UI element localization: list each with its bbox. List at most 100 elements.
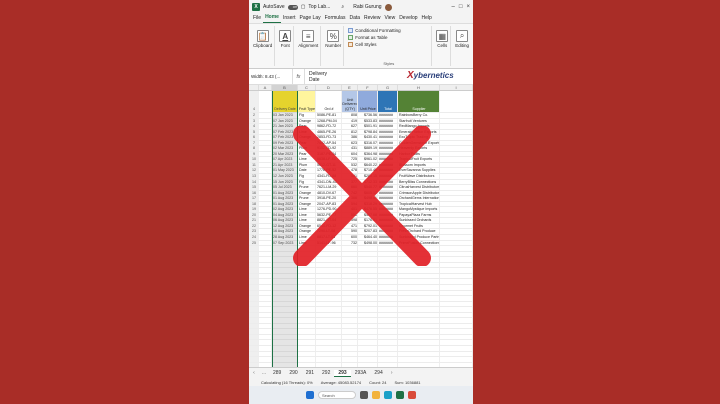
empty-cell[interactable] (398, 279, 440, 284)
empty-cell[interactable] (440, 312, 473, 318)
column-header-a[interactable]: A (259, 85, 272, 90)
empty-cell[interactable] (316, 357, 342, 362)
row-number[interactable] (249, 345, 259, 351)
empty-cell[interactable] (272, 262, 298, 268)
cell-total[interactable]: ####### (378, 151, 398, 157)
cell-total[interactable]: ####### (378, 207, 398, 212)
cell-delivery-date[interactable]: 01 Aug 2023 (272, 201, 298, 207)
cell-qty[interactable]: 808 (342, 113, 358, 118)
empty-cell[interactable] (398, 334, 440, 340)
cell-unit-price[interactable]: $318.29 (358, 201, 378, 207)
row-number[interactable]: 4 (249, 124, 259, 129)
cell-i[interactable] (440, 174, 473, 179)
cell-a[interactable] (259, 235, 272, 240)
cell-qty[interactable]: 386 (342, 135, 358, 140)
empty-cell[interactable] (378, 323, 398, 329)
cell-ord[interactable]: 5012-GT-11 (316, 162, 342, 168)
empty-cell[interactable] (316, 312, 342, 318)
empty-cell[interactable] (398, 357, 440, 362)
empty-cell[interactable] (316, 257, 342, 262)
cell-unit-price[interactable]: $889.19 (358, 146, 378, 151)
cell-delivery-date[interactable]: 07 Feb 2023 (272, 135, 298, 140)
cell-qty[interactable]: 812 (342, 129, 358, 135)
cell-delivery-date[interactable]: 15 Jun 2023 (272, 179, 298, 185)
cell-i-header[interactable] (440, 91, 473, 112)
empty-cell[interactable] (440, 251, 473, 257)
cell-unit-price[interactable]: $288.15 (358, 174, 378, 179)
cell-fruit-type[interactable]: Prune (298, 196, 316, 201)
cell-qty[interactable]: 431 (342, 146, 358, 151)
empty-cell[interactable] (316, 296, 342, 301)
edge-icon[interactable] (384, 391, 392, 399)
cell-ord[interactable]: 4341-FD-88 (316, 174, 342, 179)
empty-cell[interactable] (316, 340, 342, 345)
empty-cell[interactable] (259, 284, 272, 290)
cell-i[interactable] (440, 118, 473, 124)
empty-cell[interactable] (316, 246, 342, 251)
empty-cell[interactable] (298, 334, 316, 340)
cell-fruit-type[interactable]: Orange (298, 135, 316, 140)
empty-cell[interactable] (358, 279, 378, 284)
cell-fruit-type[interactable]: Pear (298, 140, 316, 146)
row-number[interactable]: 6 (249, 135, 259, 140)
cell-unit-price[interactable]: $207.83 (358, 229, 378, 235)
cell-total[interactable]: ####### (378, 235, 398, 240)
empty-cell[interactable] (272, 246, 298, 251)
cell-delivery-date[interactable]: 07 Feb 2023 (272, 129, 298, 135)
empty-cell[interactable] (378, 318, 398, 323)
cell-supplier[interactable]: EmeraldHarbor Exports (398, 129, 440, 135)
fx-icon[interactable]: fx (293, 69, 305, 84)
row-number[interactable] (249, 357, 259, 362)
header-total[interactable]: Total (378, 91, 398, 112)
header-unit-price[interactable]: Unit Price (358, 91, 378, 112)
cell-ord[interactable]: 1778-PE-52 (316, 168, 342, 174)
cell-fruit-type[interactable]: Lime (298, 157, 316, 162)
empty-cell[interactable] (342, 318, 358, 323)
cell-a[interactable] (259, 218, 272, 223)
cell-ord[interactable]: 5632-PE-77 (316, 212, 342, 218)
empty-cell[interactable] (378, 279, 398, 284)
cell-ord[interactable]: 5141-LF-96 (316, 240, 342, 246)
empty-cell[interactable] (358, 246, 378, 251)
empty-cell[interactable] (440, 301, 473, 307)
avatar[interactable] (384, 3, 392, 11)
column-header-b[interactable]: B (272, 85, 298, 90)
empty-cell[interactable] (440, 290, 473, 296)
cell-ord[interactable]: 7621-LM-29 (316, 185, 342, 190)
empty-cell[interactable] (398, 340, 440, 345)
cell-ord[interactable]: 2853-FD-73 (316, 135, 342, 140)
cell-i[interactable] (440, 196, 473, 201)
empty-cell[interactable] (358, 345, 378, 351)
cell-total[interactable]: ####### (378, 229, 398, 235)
cell-supplier[interactable]: CitrusHarvest Distributors (398, 185, 440, 190)
empty-cell[interactable] (316, 329, 342, 334)
empty-cell[interactable] (378, 351, 398, 357)
empty-cell[interactable] (272, 257, 298, 262)
empty-cell[interactable] (272, 334, 298, 340)
empty-cell[interactable] (398, 345, 440, 351)
empty-cell[interactable] (272, 273, 298, 279)
file-name[interactable]: Top Lab... (308, 4, 330, 10)
cell-delivery-date[interactable]: 01 Aug 2023 (272, 196, 298, 201)
maximize-icon[interactable]: □ (459, 4, 463, 10)
row-number[interactable] (249, 279, 259, 284)
empty-cell[interactable] (342, 273, 358, 279)
empty-cell[interactable] (342, 301, 358, 307)
tab-formulas[interactable]: Formulas (323, 14, 348, 23)
empty-cell[interactable] (272, 329, 298, 334)
cell-qty[interactable]: 742 (342, 190, 358, 196)
empty-cell[interactable] (259, 279, 272, 284)
cell-delivery-date[interactable]: 16 Aug 2023 (272, 229, 298, 235)
empty-cell[interactable] (298, 329, 316, 334)
empty-cell[interactable] (342, 312, 358, 318)
spreadsheet-grid[interactable]: A B C D E F G H I 4 Delivery Date Fruit … (249, 85, 473, 367)
row-number[interactable]: 15 (249, 185, 259, 190)
empty-cell[interactable] (298, 290, 316, 296)
tab-view[interactable]: View (382, 14, 397, 23)
cell-supplier[interactable]: OrchardGems International (398, 196, 440, 201)
empty-cell[interactable] (342, 296, 358, 301)
tab-review[interactable]: Review (362, 14, 382, 23)
prev-sheet-icon[interactable]: ‹ (249, 370, 259, 376)
row-number[interactable]: 7 (249, 140, 259, 146)
cell-supplier[interactable]: Heavenly Exports (398, 146, 440, 151)
